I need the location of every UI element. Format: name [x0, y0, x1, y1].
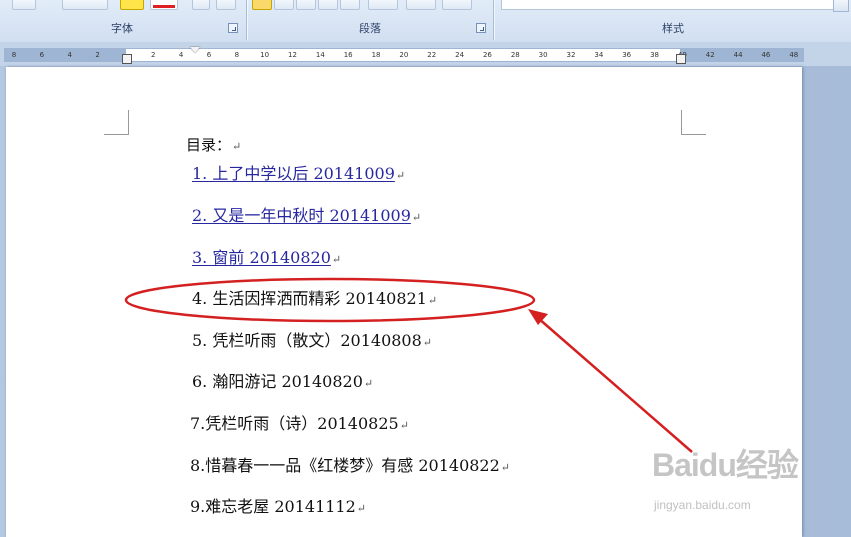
- ruler-tick-label: 28: [510, 51, 520, 59]
- ruler-tick-label: 22: [427, 51, 437, 59]
- toc-entry-text[interactable]: 8.惜暮春一一品《红楼梦》有感 20140822: [190, 456, 500, 475]
- ruler-tick-label: 38: [650, 51, 660, 59]
- align-left-button[interactable]: [252, 0, 272, 10]
- ruler-tick-label: 10: [260, 51, 270, 59]
- watermark-url: jingyan.baidu.com: [654, 498, 751, 512]
- toc-entry[interactable]: 7.凭栏听雨（诗）20140825↵: [190, 414, 409, 436]
- subscript-superscript-button[interactable]: [62, 0, 108, 10]
- paragraph-mark: ↵: [331, 253, 342, 266]
- ruler-tick-label: 34: [594, 51, 604, 59]
- toc-entry-text[interactable]: 3. 窗前 20140820: [192, 248, 331, 267]
- ruler-tick-label: 8: [11, 51, 17, 59]
- font-group: 字体: [0, 0, 244, 42]
- toc-entry[interactable]: 9.难忘老屋 20141112↵: [190, 497, 366, 519]
- toc-entry-highlighted[interactable]: 4. 生活因挥洒而精彩 20140821↵: [192, 289, 437, 311]
- ruler-tick-label: 18: [371, 51, 381, 59]
- crop-mark-top-right: [681, 110, 706, 135]
- styles-group-label: 样式: [662, 22, 684, 35]
- ruler-tick-label: 14: [315, 51, 325, 59]
- ruler-tick-label: 2: [151, 51, 156, 59]
- font-color-button[interactable]: [150, 0, 178, 10]
- ruler-tick-label: 8: [234, 51, 240, 59]
- styles-scroll-button[interactable]: [833, 0, 849, 12]
- highlight-color-button[interactable]: [120, 0, 144, 10]
- paragraph-mark: ↵: [363, 377, 374, 390]
- toc-entry[interactable]: 5. 凭栏听雨（散文）20140808↵: [192, 331, 432, 353]
- ruler-tick-label: 44: [733, 51, 743, 59]
- ruler-tick-label: 12: [288, 51, 297, 59]
- paragraph-group: 段落: [248, 0, 492, 42]
- paragraph-mark: ↵: [356, 502, 367, 515]
- toc-heading: 目录：↵: [186, 135, 241, 157]
- horizontal-ruler[interactable]: 8642246810121416182022242628303234363840…: [0, 42, 851, 66]
- ruler-tick-label: 30: [538, 51, 548, 59]
- ruler-left-margin: [4, 49, 126, 61]
- toc-entry-text[interactable]: 1. 上了中学以后 20141009: [192, 164, 395, 183]
- ruler-tick-label: 24: [455, 51, 465, 59]
- paragraph-mark: ↵: [422, 336, 433, 349]
- crop-mark-top-left: [104, 110, 129, 135]
- watermark-text: Baidu经验: [652, 447, 799, 483]
- toc-entry[interactable]: 2. 又是一年中秋时 20141009↵: [192, 206, 421, 228]
- ruler-tick-label: 2: [95, 51, 100, 59]
- right-indent-marker[interactable]: [676, 54, 686, 64]
- toc-entry[interactable]: 3. 窗前 20140820↵: [192, 248, 341, 270]
- ruler-tick-label: 20: [399, 51, 409, 59]
- styles-gallery[interactable]: [501, 0, 843, 10]
- ruler-tick-label: 36: [622, 51, 632, 59]
- toc-entry-text[interactable]: 6. 瀚阳游记 20140820: [192, 372, 363, 391]
- paragraph-mark: ↵: [500, 461, 511, 474]
- toc-entry-text[interactable]: 2. 又是一年中秋时 20141009: [192, 206, 411, 225]
- ruler-tick-label: 4: [178, 51, 184, 59]
- first-line-indent-marker[interactable]: [190, 47, 200, 53]
- toc-entry[interactable]: 8.惜暮春一一品《红楼梦》有感 20140822↵: [190, 456, 510, 478]
- paragraph-dialog-launcher[interactable]: [476, 23, 486, 33]
- borders-button[interactable]: [442, 0, 472, 10]
- ruler-tick-label: 26: [482, 51, 492, 59]
- strikethrough-button[interactable]: [12, 0, 36, 10]
- ribbon: 字体 段落 样式: [0, 0, 851, 43]
- toc-entry-text[interactable]: 4. 生活因挥洒而精彩 20140821: [192, 289, 427, 308]
- paragraph-mark: ↵: [395, 169, 406, 182]
- toc-entry-text[interactable]: 9.难忘老屋 20141112: [190, 497, 356, 516]
- ruler-tick-label: 4: [67, 51, 72, 59]
- align-center-button[interactable]: [274, 0, 294, 10]
- styles-group: 样式: [495, 0, 851, 42]
- justify-button[interactable]: [318, 0, 338, 10]
- ruler-tick-label: 32: [566, 51, 576, 59]
- paragraph-mark: ↵: [411, 211, 422, 224]
- align-right-button[interactable]: [296, 0, 316, 10]
- toc-entry-text[interactable]: 5. 凭栏听雨（散文）20140808: [192, 331, 422, 350]
- distribute-button[interactable]: [340, 0, 360, 10]
- ruler-tick-label: 42: [705, 51, 715, 59]
- shading-button[interactable]: [406, 0, 436, 10]
- divider: [493, 0, 494, 40]
- ruler-tick-label: 48: [789, 51, 799, 59]
- line-spacing-button[interactable]: [368, 0, 398, 10]
- left-indent-marker[interactable]: [122, 54, 132, 64]
- toc-entry[interactable]: 1. 上了中学以后 20141009↵: [192, 164, 405, 186]
- enclose-char-button[interactable]: [216, 0, 236, 10]
- paragraph-mark: ↵: [427, 294, 438, 307]
- font-group-label: 字体: [111, 22, 133, 35]
- divider: [246, 0, 247, 40]
- ruler-tick-label: 6: [39, 51, 45, 59]
- toc-entry-text[interactable]: 7.凭栏听雨（诗）20140825: [190, 414, 399, 433]
- paragraph-group-label: 段落: [359, 22, 381, 35]
- paragraph-mark: ↵: [399, 419, 409, 432]
- toc-entry[interactable]: 6. 瀚阳游记 20140820↵: [192, 372, 373, 394]
- ruler-track: 8642246810121416182022242628303234363840…: [4, 47, 804, 64]
- char-shading-button[interactable]: [192, 0, 210, 10]
- ruler-tick-label: 16: [343, 51, 353, 59]
- baidu-watermark: Baidu经验 jingyan.baidu.com: [652, 440, 812, 520]
- ruler-tick-label: 6: [206, 51, 212, 59]
- paragraph-mark: ↵: [232, 140, 242, 153]
- font-dialog-launcher[interactable]: [228, 23, 238, 33]
- ruler-tick-label: 46: [761, 51, 771, 59]
- toc-heading-text: 目录：: [186, 136, 232, 154]
